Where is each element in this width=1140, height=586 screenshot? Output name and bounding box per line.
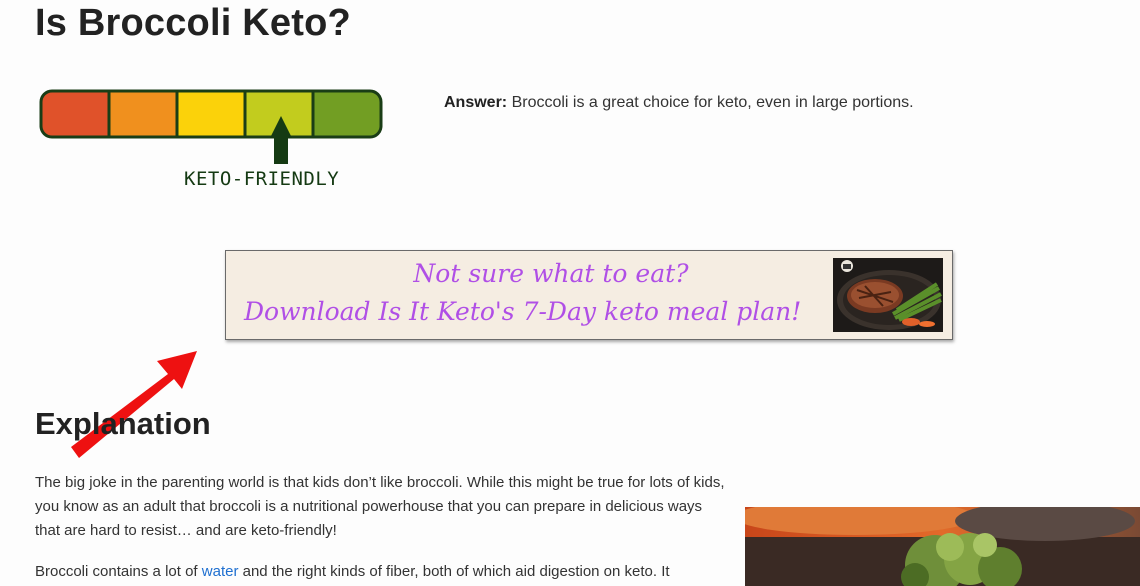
keto-rating-label: KETO-FRIENDLY: [184, 168, 340, 190]
answer-label: Answer:: [444, 94, 508, 111]
broccoli-photo: [745, 507, 1140, 586]
page-title: Is Broccoli Keto?: [35, 2, 351, 44]
meal-plan-banner[interactable]: Not sure what to eat? Download Is It Ket…: [225, 250, 953, 340]
paragraph2-text-start: Broccoli contains a lot of: [35, 563, 202, 580]
explanation-heading: Explanation: [35, 406, 211, 441]
meter-segment-5: [313, 91, 381, 137]
answer-body: Broccoli is a great choice for keto, eve…: [507, 94, 914, 111]
meter-segment-1: [41, 91, 109, 137]
keto-meter: KETO-FRIENDLY: [38, 88, 388, 198]
paragraph2-text-end: and the right kinds of fiber, both of wh…: [238, 563, 670, 580]
explanation-paragraph-2: Broccoli contains a lot of water and the…: [35, 560, 725, 584]
meter-segment-2: [109, 91, 177, 137]
banner-headline: Not sure what to eat?: [413, 259, 689, 288]
banner-cta: Download Is It Keto's 7-Day keto meal pl…: [244, 297, 802, 326]
keto-meter-graphic: [39, 89, 383, 164]
explanation-paragraph-1: The big joke in the parenting world is t…: [35, 474, 725, 539]
red-arrow-icon: [71, 351, 197, 458]
answer-text: Answer: Broccoli is a great choice for k…: [444, 94, 914, 112]
meter-segment-3: [177, 91, 245, 137]
water-link[interactable]: water: [202, 563, 239, 580]
steak-asparagus-photo: [833, 258, 943, 332]
